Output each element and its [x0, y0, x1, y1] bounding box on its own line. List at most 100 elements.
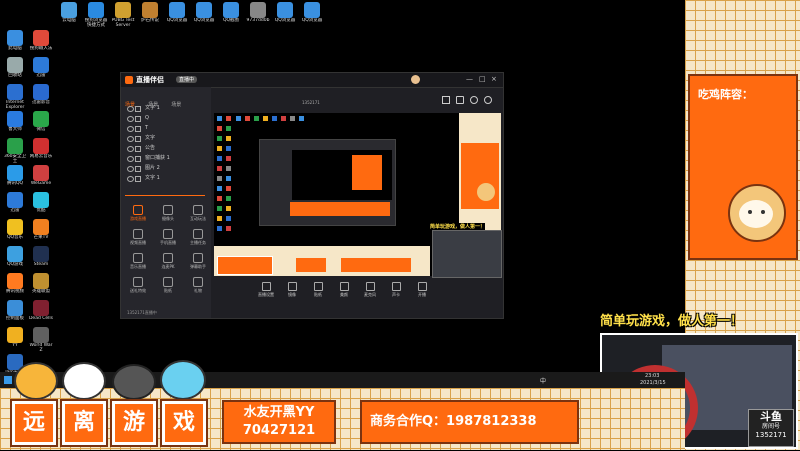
eye-icon[interactable]	[127, 146, 134, 152]
preview-bottom-frame	[214, 246, 430, 276]
tool-icon	[163, 253, 173, 263]
preview-desktop-icon	[245, 116, 250, 121]
bottom-toolbar-button[interactable]: 贴纸	[306, 282, 330, 298]
lock-icon[interactable]	[135, 176, 141, 182]
desktop-shortcut[interactable]: QQ浏览器	[164, 2, 190, 36]
shortcut-label: 迅雷影音	[32, 100, 50, 105]
preview-desktop-icon	[217, 116, 222, 121]
shortcut-label: 此电脑	[8, 46, 22, 51]
desktop-shortcut[interactable]: QQ浏览器	[299, 2, 325, 36]
app-bottom-toolbar: 直播设置 镜像 贴纸 美颜 麦克风 声卡 开播	[214, 278, 501, 318]
eye-icon[interactable]	[127, 156, 134, 162]
source-item[interactable]: Q	[125, 113, 209, 123]
source-item[interactable]: 文字 1	[125, 173, 209, 183]
cat-blue-icon	[160, 360, 206, 400]
shortcut-icon	[7, 192, 23, 208]
bottom-toolbar-button[interactable]: 美颜	[332, 282, 356, 298]
bottom-toolbar-button[interactable]: 镜像	[280, 282, 304, 298]
desktop-shortcut[interactable]: QQ浏览器	[191, 2, 217, 36]
close-button[interactable]: ×	[491, 75, 497, 83]
avatar[interactable]	[411, 75, 420, 84]
tool-button[interactable]: 连麦PK	[157, 253, 179, 270]
tool-label: 连麦PK	[161, 264, 175, 269]
desktop-shortcut[interactable]: 9737dd0b	[245, 2, 271, 36]
bottom-toolbar-button[interactable]: 麦克风	[358, 282, 382, 298]
shortcut-icon	[33, 300, 49, 316]
desktop-shortcut[interactable]: 云电脑	[56, 2, 82, 36]
tool-button[interactable]: 游戏直播	[127, 205, 149, 222]
tool-label: 摄像头	[162, 216, 174, 221]
eat-chicken-card: 吃鸡阵容：	[688, 74, 798, 260]
tool-button[interactable]: 送礼特效	[127, 277, 149, 294]
shortcut-label: 控制面板	[6, 316, 24, 321]
eye-icon[interactable]	[127, 166, 134, 172]
source-item[interactable]: T	[125, 123, 209, 133]
shortcut-icon	[142, 2, 158, 18]
desktop-shortcut[interactable]: 搜狗浏览器 快捷方式	[83, 2, 109, 36]
preview-desktop-icon	[236, 116, 241, 121]
lock-icon[interactable]	[135, 166, 141, 172]
camera-icon[interactable]	[456, 96, 464, 104]
source-item[interactable]: 图片 2	[125, 163, 209, 173]
lock-icon[interactable]	[135, 156, 141, 162]
language-indicator[interactable]: 中	[540, 376, 546, 385]
source-item[interactable]: 窗口捕获 1	[125, 153, 209, 163]
toolbar-icon	[339, 282, 349, 291]
tool-button[interactable]: 手机直播	[157, 229, 179, 246]
tool-button[interactable]: 贴纸	[157, 277, 179, 294]
shortcut-icon	[196, 2, 212, 18]
preview-desktop-icon	[281, 116, 286, 121]
tool-button[interactable]: 主播任务	[187, 229, 209, 246]
toolbar-label: 声卡	[392, 292, 400, 297]
lock-icon[interactable]	[135, 126, 141, 132]
desktop-shortcut[interactable]: World War Z	[28, 327, 54, 361]
bottom-toolbar-button[interactable]: 开播	[410, 282, 434, 298]
tool-button[interactable]: 视频直播	[127, 229, 149, 246]
bottom-toolbar-button[interactable]: 声卡	[384, 282, 408, 298]
tool-label: 主播任务	[190, 240, 206, 245]
tool-label: 贴纸	[164, 288, 172, 293]
tool-button[interactable]: 摄像头	[157, 205, 179, 222]
eye-icon[interactable]	[127, 136, 134, 142]
cat-orange-icon	[14, 362, 58, 400]
tool-button[interactable]: 弹幕助手	[187, 253, 209, 270]
minimize-button[interactable]: —	[466, 75, 473, 83]
toolbar-label: 贴纸	[314, 292, 322, 297]
preview-desktop-icon	[217, 216, 222, 221]
fullscreen-icon[interactable]	[442, 96, 450, 104]
source-item[interactable]: 公告	[125, 143, 209, 153]
shortcut-icon	[33, 57, 49, 73]
maximize-button[interactable]: □	[479, 75, 486, 83]
tool-button[interactable]: 音乐直播	[127, 253, 149, 270]
lock-icon[interactable]	[135, 106, 141, 112]
lock-icon[interactable]	[135, 146, 141, 152]
eye-icon[interactable]	[127, 176, 134, 182]
tool-button[interactable]: 互动玩法	[187, 205, 209, 222]
preview-desktop-icon	[226, 206, 231, 211]
source-label: 图片 2	[145, 165, 160, 171]
source-item[interactable]: 文字	[125, 133, 209, 143]
shortcut-icon	[277, 2, 293, 18]
divider	[125, 195, 205, 196]
lock-icon[interactable]	[135, 116, 141, 122]
preview-desktop-icon	[217, 166, 222, 171]
desktop-shortcut[interactable]: QQ浏览器	[272, 2, 298, 36]
settings-icon[interactable]	[470, 96, 478, 104]
tool-button[interactable]: 礼物	[187, 277, 209, 294]
desktop-shortcut[interactable]: QQ截图	[218, 2, 244, 36]
source-item[interactable]: 文字 1	[125, 103, 209, 113]
lock-icon[interactable]	[135, 136, 141, 142]
preview-desktop-icon	[290, 116, 295, 121]
windows-start-icon[interactable]	[4, 376, 12, 384]
eye-icon[interactable]	[127, 106, 134, 112]
source-label: Q	[145, 115, 149, 121]
toolbar-icon	[391, 282, 401, 291]
share-icon[interactable]	[484, 96, 492, 104]
toolbar-icon	[313, 282, 323, 291]
bottom-toolbar-button[interactable]: 直播设置	[254, 282, 278, 298]
eye-icon[interactable]	[127, 126, 134, 132]
desktop-shortcut[interactable]: 炉石传说	[137, 2, 163, 36]
eye-icon[interactable]	[127, 116, 134, 122]
tool-icon	[133, 229, 143, 239]
desktop-shortcut[interactable]: PUBG Test Server	[110, 2, 136, 36]
